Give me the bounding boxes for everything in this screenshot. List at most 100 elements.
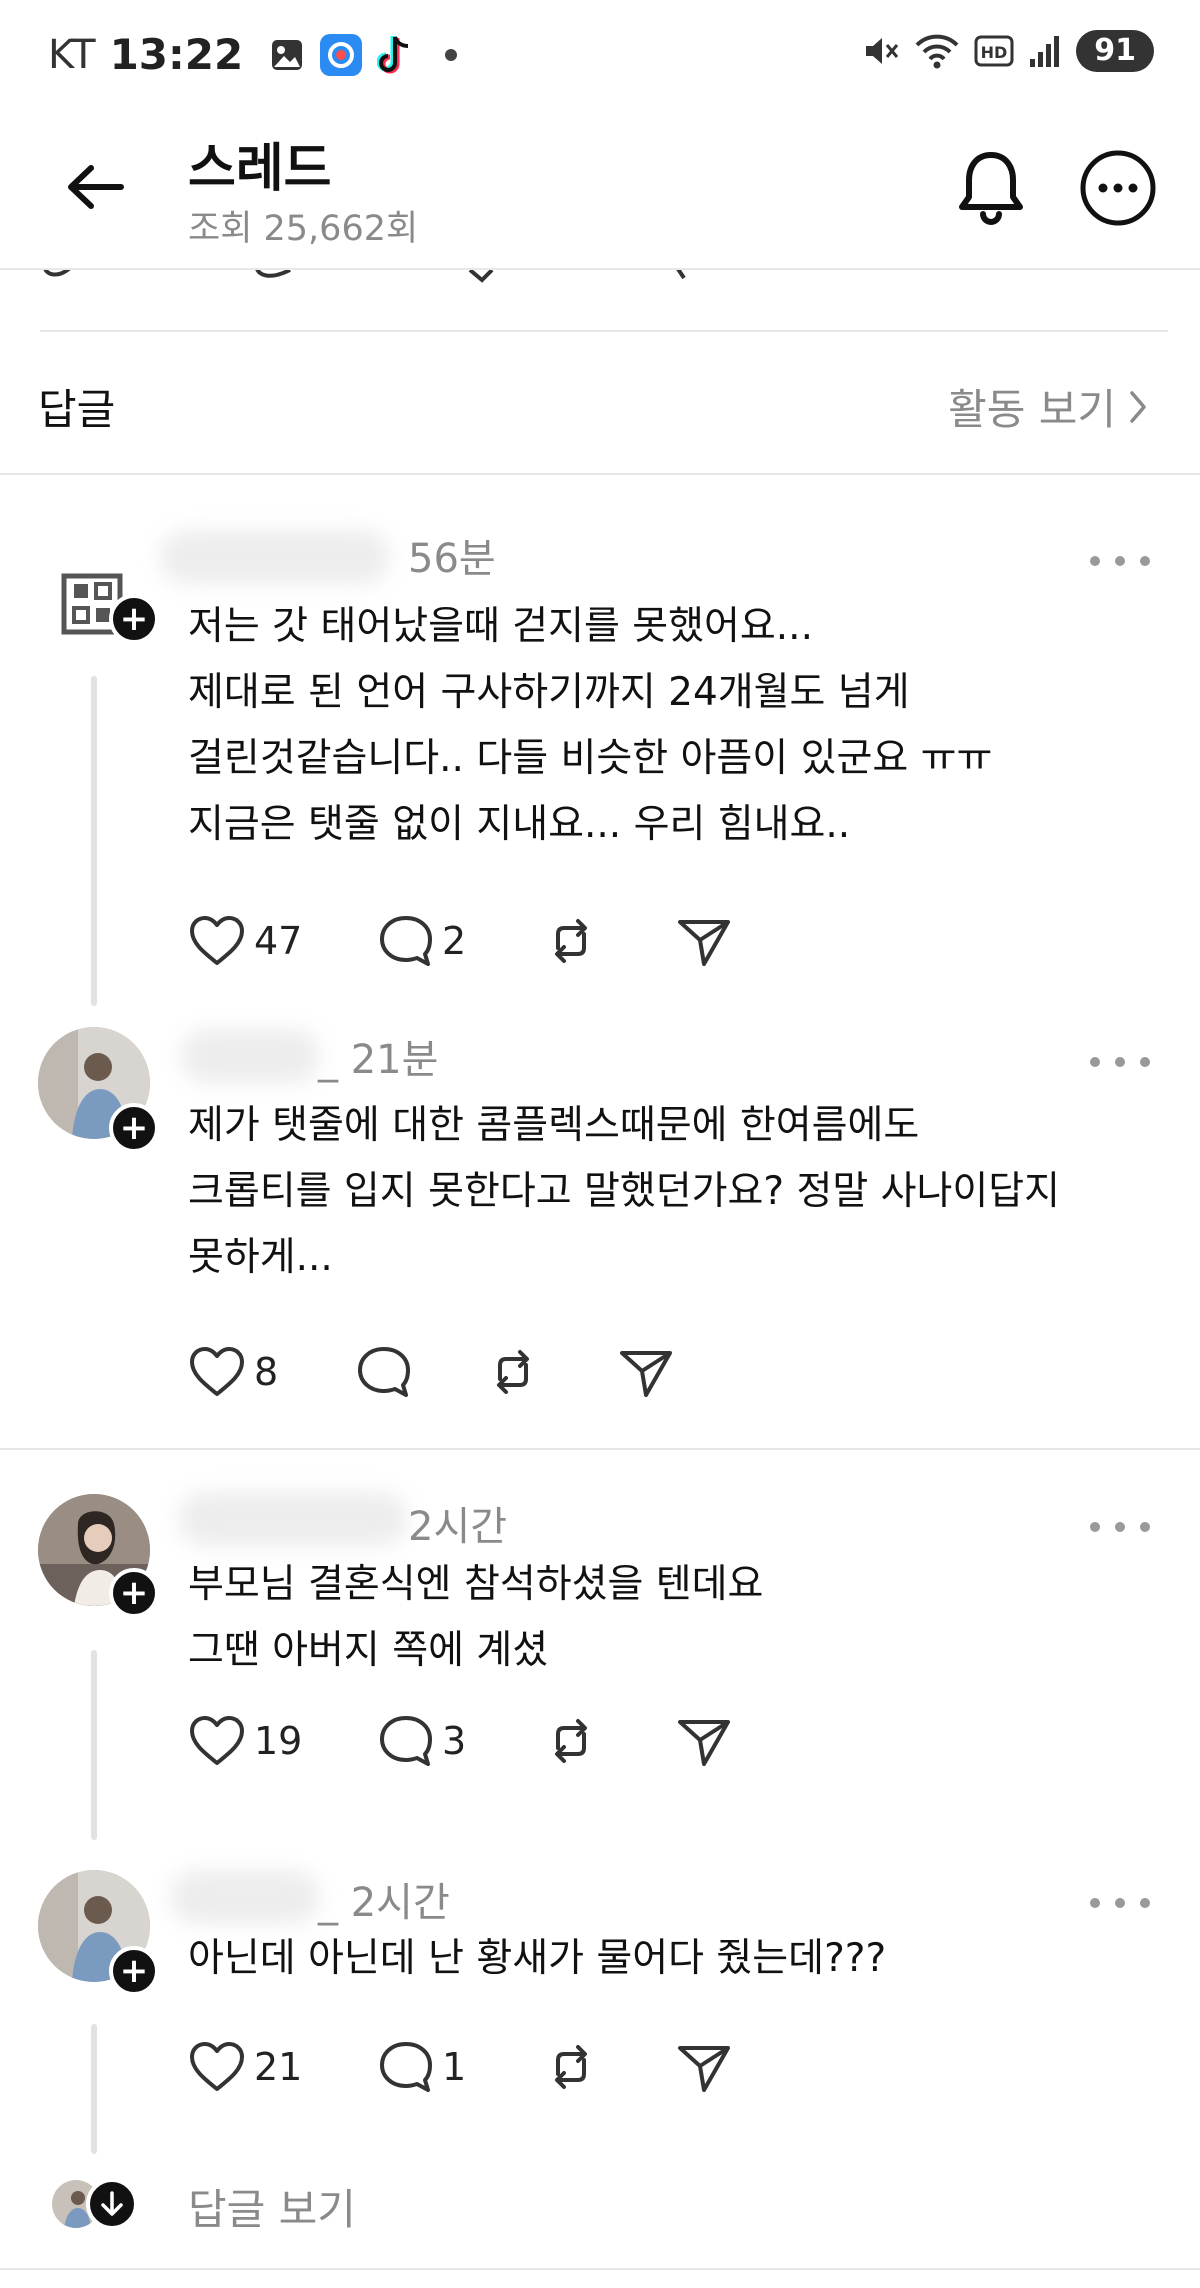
like-count: 47 [254,919,303,963]
chevron-right-icon [1130,390,1146,423]
comment-text: 아닌데 아닌데 난 황새가 물어다 줬는데??? [188,1936,887,1981]
username-blurred [178,1492,408,1546]
gallery-icon [269,37,305,73]
thread-line [91,2024,97,2154]
heart-icon [190,2042,244,2091]
comment-text: 제가 탯줄에 대한 콤플렉스때문에 한여름에도 크롭티를 입지 못한다고 말했던… [188,1103,1061,1280]
tiktok-icon [377,33,417,77]
more-options-button[interactable] [1078,148,1158,228]
comment-bubble-icon [380,1716,432,1766]
back-button[interactable] [60,152,130,222]
comment-divider [0,1448,1200,1450]
like-count: 19 [254,1719,303,1763]
comment-item: + _ 2시간 아닌데 아닌데 난 황새가 물어다 줬는데??? 21 1 [0,1860,1200,2160]
follow-plus-button[interactable]: + [109,1103,159,1153]
reply-count: 3 [442,1719,467,1763]
send-icon [678,2046,730,2092]
repost-icon [497,1350,529,1394]
signal-icon [1028,33,1062,69]
follow-plus-button[interactable]: + [109,1568,159,1618]
view-replies-label: 답글 보기 [188,2185,356,2234]
view-replies-row[interactable]: 답글 보기 [0,2170,1200,2234]
bell-icon [959,152,1023,225]
username-blurred [170,1870,320,1924]
replies-header: 답글 활동 보기 [0,352,1200,472]
like-button[interactable]: 21 [188,2032,302,2102]
repost-button[interactable] [486,1337,540,1407]
share-button[interactable] [676,1706,732,1776]
post-actions-cutoff [0,270,1200,330]
clock: 13:22 [109,30,244,79]
comment-more-button[interactable] [1090,1047,1150,1077]
repost-button[interactable] [544,1706,598,1776]
like-button[interactable]: 19 [188,1706,302,1776]
notification-button[interactable] [950,142,1032,232]
follow-plus-button[interactable]: + [109,1946,159,1996]
heart-icon [190,916,244,965]
reply-button[interactable] [356,1337,412,1407]
comment-time: _ 21분 [318,1037,439,1083]
reply-count: 1 [442,2045,467,2089]
repost-icon [555,919,587,963]
replies-label: 답글 [38,385,116,434]
comment-more-button[interactable] [1090,546,1150,576]
share-button[interactable] [676,2032,732,2102]
status-right: HD 91 [860,30,1154,72]
comment-more-button[interactable] [1090,1512,1150,1542]
heart-icon [190,1716,244,1765]
status-bar: KT 13:22 HD 91 [0,0,1200,110]
svg-text:HD: HD [981,43,1008,62]
heart-icon [190,1347,244,1396]
username-blurred [160,530,390,584]
reply-count: 2 [442,919,467,963]
comment-item: + _ 21분 제가 탯줄에 대한 콤플렉스때문에 한여름에도 크롭티를 입지 … [0,1015,1200,1445]
send-icon [678,1720,730,1766]
page-title: 스레드 [188,139,332,199]
reply-button[interactable]: 3 [378,1706,466,1776]
share-button[interactable] [618,1337,674,1407]
carrier-label: KT [48,31,96,78]
like-count: 21 [254,2045,303,2089]
reply-button[interactable]: 2 [378,906,466,976]
thread-line [91,1650,97,1840]
send-icon [678,920,730,966]
comment-time: 56분 [408,536,496,582]
like-button[interactable]: 8 [188,1337,278,1407]
repost-icon [555,2045,587,2089]
repost-button[interactable] [544,906,598,976]
section-divider [0,473,1200,475]
comment-more-button[interactable] [1090,1888,1150,1918]
app-sync-icon [319,33,363,77]
mute-icon [860,31,900,71]
view-activity-link[interactable]: 활동 보기 [948,376,1148,437]
comment-bubble-icon [380,2042,432,2092]
share-button[interactable] [676,906,732,976]
like-count: 8 [254,1350,279,1394]
reply-button[interactable]: 1 [378,2032,466,2102]
divider [40,330,1168,332]
battery-indicator: 91 [1076,30,1154,72]
arrow-left-icon [68,165,124,209]
send-icon [620,1351,672,1397]
comment-text: 부모님 결혼식엔 참석하셨을 텐데요 그땐 아버지 쪽에 계셨 [188,1562,764,1673]
header: 스레드 조회 25,662회 [0,110,1200,270]
username-blurred [180,1029,320,1083]
follow-plus-button[interactable]: + [109,594,159,644]
repost-button[interactable] [544,2032,598,2102]
arrow-down-icon [86,2178,138,2230]
status-left: KT 13:22 [48,30,458,79]
comment-bubble-icon [380,916,432,966]
hd-icon: HD [974,34,1014,68]
cutoff-action-icons [43,270,686,283]
like-button[interactable]: 47 [188,906,302,976]
comment-item: + 2시간 부모님 결혼식엔 참석하셨을 텐데요 그땐 아버지 쪽에 계셨 19… [0,1480,1200,1840]
view-count: 조회 25,662회 [188,209,419,249]
comment-time: 2시간 [408,1504,508,1550]
thread-line [91,676,97,1006]
notification-dot-icon [445,48,458,61]
wifi-icon [914,31,960,71]
view-activity-label: 활동 보기 [948,385,1116,434]
comment-time: _ 2시간 [318,1880,450,1926]
more-circle-icon [1080,150,1156,226]
comment-item: + 56분 저는 갓 태어났을때 걷지를 못했어요... 제대로 된 언어 구사… [0,510,1200,1010]
